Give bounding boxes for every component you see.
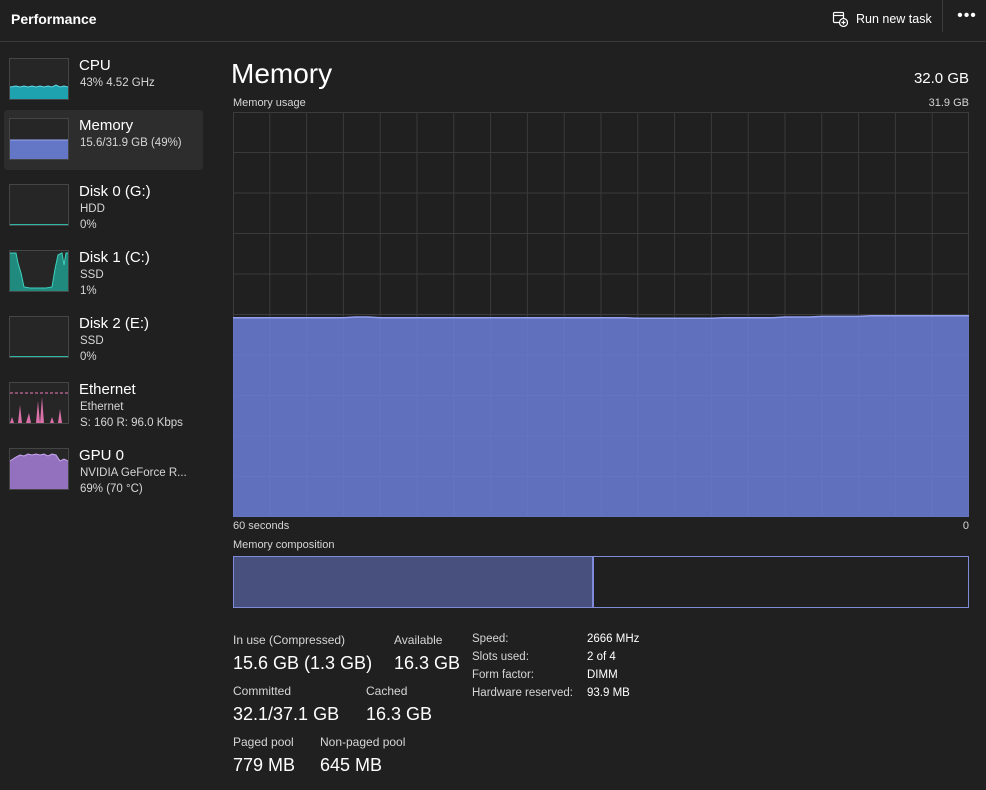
memory-thumbnail-graph: [9, 118, 69, 160]
sidebar-item-detail-2: 0%: [80, 351, 97, 363]
sidebar-item-name: Memory: [79, 117, 134, 134]
paged-pool-label: Paged pool: [233, 735, 294, 749]
sidebar-item-detail: Ethernet: [80, 401, 124, 413]
memory-usage-graph: [233, 112, 969, 517]
available-value: 16.3 GB: [394, 653, 461, 673]
in-use-value: 15.6 GB (1.3 GB): [233, 653, 373, 673]
disk-1-thumbnail-graph: [9, 250, 69, 292]
sidebar-item-detail: HDD: [80, 203, 105, 215]
non-paged-pool-label: Non-paged pool: [320, 735, 406, 749]
cached-label: Cached: [366, 684, 408, 698]
form-factor-value: DIMM: [587, 669, 618, 681]
header-bar: Performance Run new task •••: [0, 0, 986, 42]
sidebar-item-gpu-0[interactable]: GPU 0 NVIDIA GeForce R... 69% (70 °C): [4, 440, 203, 500]
memory-composition-bar: [233, 556, 969, 608]
cpu-thumbnail-graph: [9, 58, 69, 100]
sidebar-item-disk-2[interactable]: Disk 2 (E:) SSD 0%: [4, 308, 203, 368]
memory-usage-max: 31.9 GB: [928, 97, 969, 109]
header-divider: [942, 0, 943, 32]
sidebar-item-detail: SSD: [80, 335, 104, 347]
committed-label: Committed: [233, 684, 292, 698]
memory-usage-area: [233, 315, 969, 517]
speed-value: 2666 MHz: [587, 633, 640, 645]
sidebar-item-detail-2: 69% (70 °C): [80, 483, 143, 495]
sidebar-item-name: GPU 0: [79, 447, 125, 464]
hardware-reserved-label: Hardware reserved:: [472, 687, 573, 699]
slots-used-value: 2 of 4: [587, 651, 616, 663]
sidebar-item-detail: 15.6/31.9 GB (49%): [80, 137, 182, 149]
sidebar-item-disk-1[interactable]: Disk 1 (C:) SSD 1%: [4, 242, 203, 302]
ethernet-thumbnail-graph: [9, 382, 69, 424]
sidebar-item-detail-2: 0%: [80, 219, 97, 231]
paged-pool-value: 779 MB: [233, 755, 296, 775]
memory-composition-in-use: [234, 557, 594, 607]
graph-time-start: 60 seconds: [233, 520, 290, 532]
in-use-label: In use (Compressed): [233, 633, 346, 647]
page-title: Performance: [11, 11, 97, 27]
new-task-icon: [832, 11, 848, 27]
form-factor-label: Form factor:: [472, 669, 534, 681]
sidebar-item-detail: SSD: [80, 269, 104, 281]
committed-value: 32.1/37.1 GB: [233, 704, 340, 724]
speed-label: Speed:: [472, 633, 509, 645]
memory-usage-label: Memory usage: [233, 97, 306, 109]
graph-time-end: 0: [962, 520, 969, 532]
run-new-task-button[interactable]: Run new task: [832, 8, 932, 30]
sidebar-item-disk-0[interactable]: Disk 0 (G:) HDD 0%: [4, 176, 203, 236]
available-label: Available: [394, 633, 443, 647]
sidebar-item-name: Disk 0 (G:): [79, 183, 151, 200]
sidebar-item-detail: NVIDIA GeForce R...: [80, 467, 187, 479]
sidebar-item-name: CPU: [79, 57, 111, 74]
sidebar-item-name: Disk 1 (C:): [79, 249, 150, 266]
hardware-reserved-value: 93.9 MB: [587, 687, 630, 699]
sidebar-item-cpu[interactable]: CPU 43% 4.52 GHz: [4, 50, 203, 110]
section-title: Memory: [231, 58, 333, 89]
memory-composition-label: Memory composition: [233, 539, 335, 551]
sidebar-item-name: Ethernet: [79, 381, 136, 398]
cached-value: 16.3 GB: [366, 704, 433, 724]
slots-used-label: Slots used:: [472, 651, 529, 663]
sidebar-item-ethernet[interactable]: Ethernet Ethernet S: 160 R: 96.0 Kbps: [4, 374, 203, 434]
gpu-0-thumbnail-graph: [9, 448, 69, 490]
disk-2-thumbnail-graph: [9, 316, 69, 358]
total-memory: 32.0 GB: [913, 70, 969, 87]
more-options-button[interactable]: •••: [954, 8, 980, 28]
sidebar-item-detail-2: 1%: [80, 285, 97, 297]
disk-0-thumbnail-graph: [9, 184, 69, 226]
sidebar-item-name: Disk 2 (E:): [79, 315, 150, 332]
non-paged-pool-value: 645 MB: [320, 755, 383, 775]
run-new-task-label: Run new task: [856, 12, 932, 26]
sidebar-item-memory[interactable]: Memory 15.6/31.9 GB (49%): [4, 110, 203, 170]
sidebar-item-detail: 43% 4.52 GHz: [80, 77, 155, 89]
sidebar-item-detail-2: S: 160 R: 96.0 Kbps: [80, 417, 183, 429]
